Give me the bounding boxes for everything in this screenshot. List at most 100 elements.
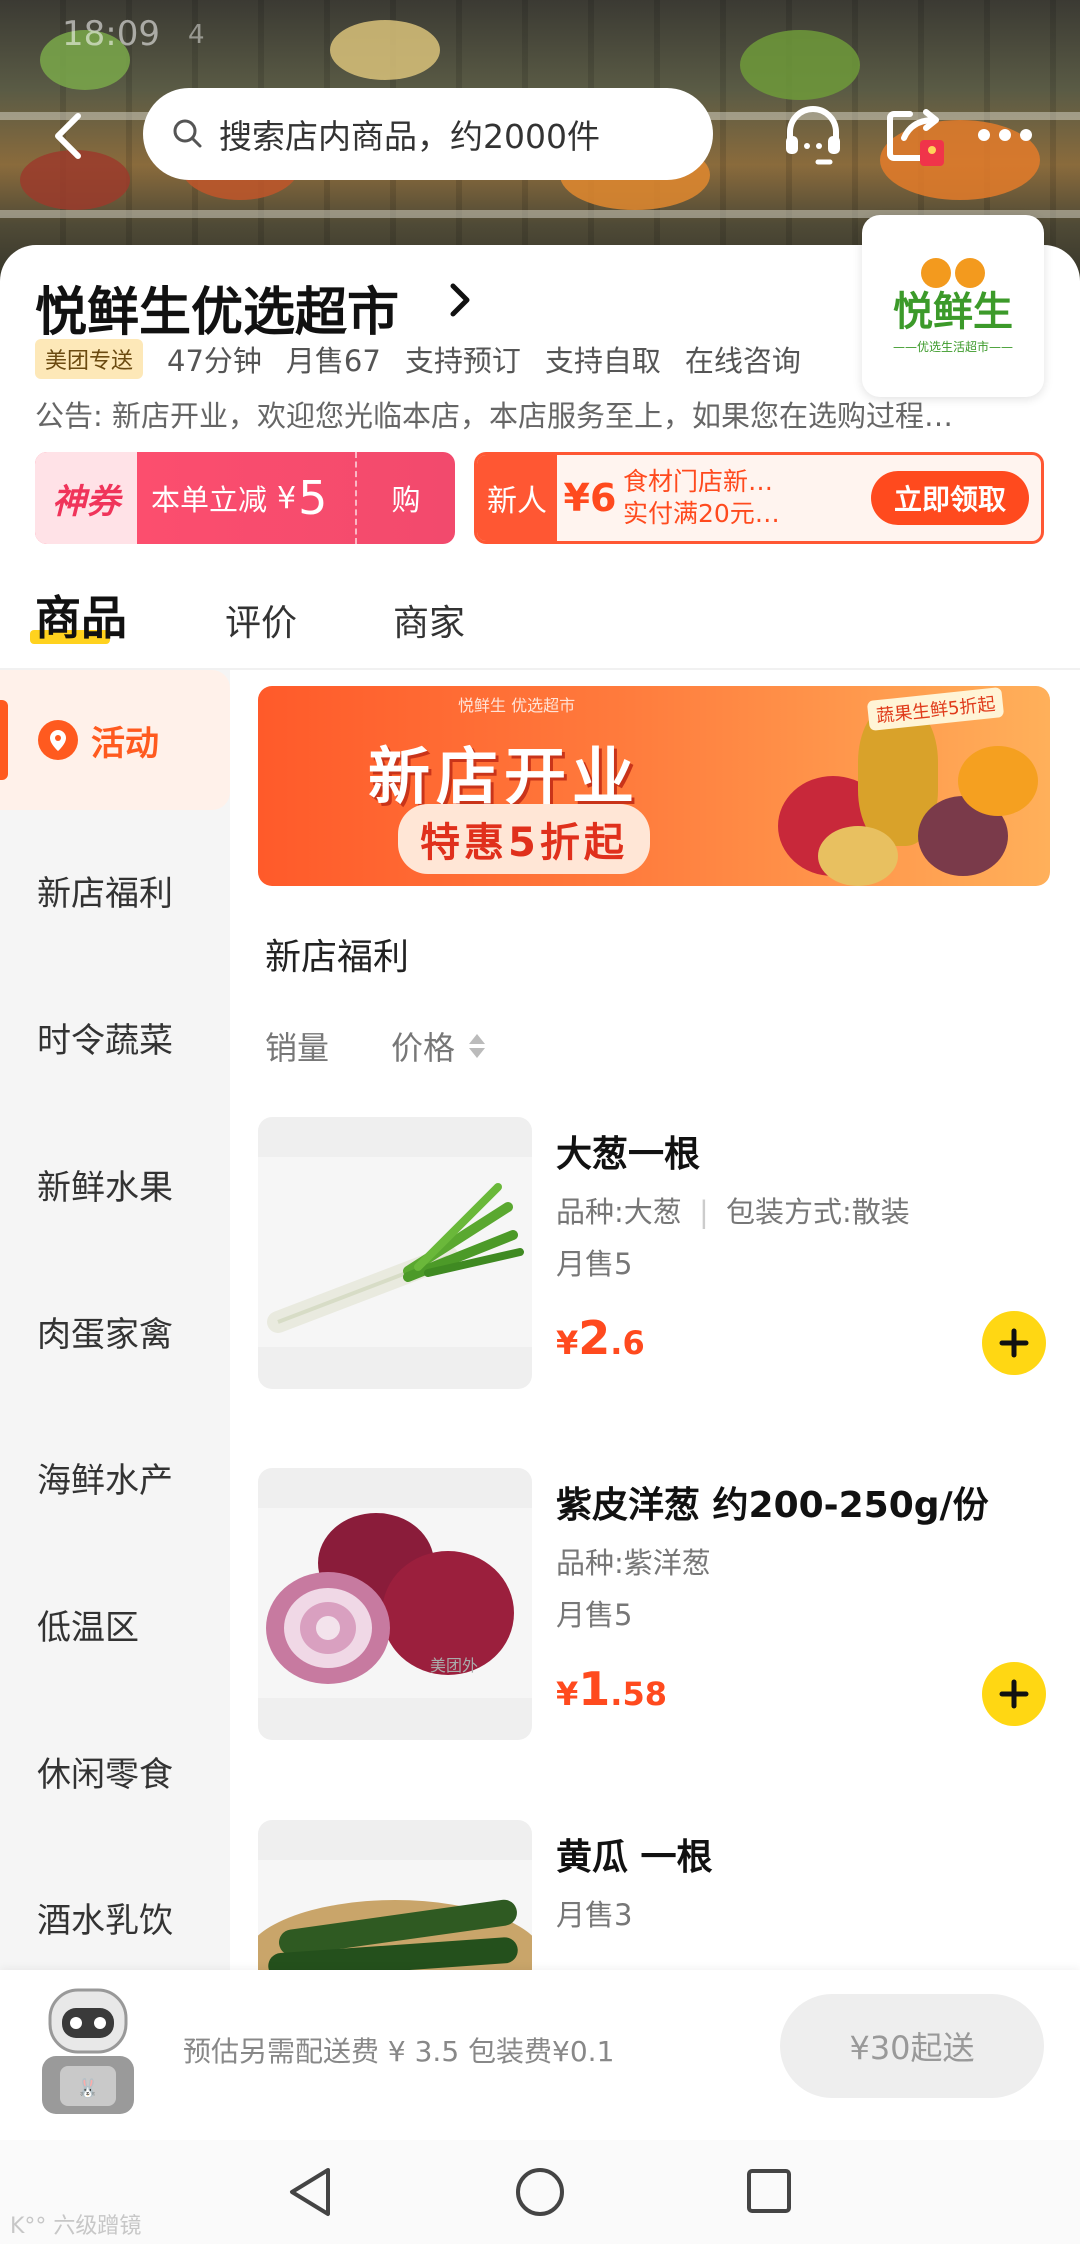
store-name[interactable]: 悦鲜生优选超市 [35, 270, 399, 345]
banner-tag: 蔬果生鲜5折起 [866, 687, 1005, 731]
svg-text:🐰: 🐰 [77, 2077, 99, 2099]
product-price: ¥2.6 [556, 1311, 645, 1365]
orange-icon [921, 257, 985, 288]
tab-products[interactable]: 商品 [35, 582, 127, 648]
plus-icon [999, 1328, 1029, 1358]
coupon-currency: ¥ [277, 480, 297, 516]
sidebar-item-label: 活动 [91, 723, 159, 764]
sidebar-item-activity[interactable]: 活动 [0, 670, 230, 810]
newuser-amount: ¥6 [563, 476, 617, 520]
product-sold: 月售5 [556, 1598, 633, 1632]
product-card[interactable]: 黄瓜 一根 月售3 [258, 1820, 1058, 1970]
banner-title: 新店开业 [368, 740, 641, 813]
logo-text: 悦鲜生 [893, 288, 1013, 335]
sidebar-item-snacks[interactable]: 休闲零食 [0, 1701, 230, 1841]
banner-brand: 悦鲜生 优选超市 [458, 696, 576, 715]
sort-price-label: 价格 [391, 1029, 456, 1067]
price-currency: ¥ [556, 1675, 579, 1713]
product-image[interactable] [258, 1820, 532, 1970]
product-spec: 品种:大葱 | 包装方式:散装 [556, 1195, 910, 1229]
sort-by-price[interactable]: 价格 [391, 1023, 486, 1069]
share-redpacket-icon [887, 109, 944, 166]
product-name[interactable]: 紫皮洋葱 约200-250g/份 [556, 1476, 989, 1528]
sidebar-item-label: 新鲜水果 [37, 1167, 173, 1208]
tag-preorder: 支持预订 [404, 344, 521, 378]
claim-coupon-button[interactable]: 立即领取 [871, 471, 1029, 525]
home-circle-icon[interactable] [514, 2166, 566, 2218]
delivery-time: 47分钟 [167, 344, 262, 378]
sort-row: 销量 价格 [265, 1023, 486, 1069]
sidebar-item-label: 肉蛋家禽 [37, 1314, 173, 1355]
status-time: 18:09 [62, 14, 160, 54]
sort-by-sales[interactable]: 销量 [265, 1023, 329, 1069]
price-integer: 2 [578, 1311, 611, 1365]
cucumber-image [258, 1860, 532, 1970]
sidebar-item-seasonal-veg[interactable]: 时令蔬菜 [0, 967, 230, 1107]
sidebar-item-label: 酒水乳饮 [37, 1900, 173, 1941]
sidebar-item-label: 海鲜水产 [37, 1460, 173, 1501]
section-title: 新店福利 [265, 937, 410, 978]
add-to-cart-button[interactable] [982, 1311, 1046, 1375]
category-sidebar: 活动 新店福利 时令蔬菜 新鲜水果 肉蛋家禽 海鲜水产 低温区 休闲零食 酒水乳… [0, 670, 230, 1970]
image-watermark: 美团外 [430, 1656, 479, 1675]
price-decimal: .58 [610, 1675, 667, 1713]
customer-service-button[interactable] [778, 100, 848, 170]
newuser-tag: 新人 [477, 455, 557, 541]
sidebar-item-fresh-fruit[interactable]: 新鲜水果 [0, 1114, 230, 1254]
watermark: K°° 六级蹭镜 [10, 2214, 142, 2239]
product-name[interactable]: 黄瓜 一根 [556, 1828, 713, 1880]
more-button[interactable] [970, 100, 1040, 170]
tab-reviews[interactable]: 评价 [225, 594, 297, 646]
price-integer: 1 [578, 1662, 611, 1716]
newuser-coupon[interactable]: 新人 ¥6 食材门店新… 实付满20元… 立即领取 [474, 452, 1044, 544]
banner-subtitle: 特惠5折起 [398, 804, 650, 874]
tag-consult[interactable]: 在线咨询 [685, 338, 801, 380]
shenquan-coupon[interactable]: 神券 本单立减 ¥ 5 购 [35, 452, 455, 544]
logo-subtitle: ——优选生活超市—— [892, 339, 1013, 354]
back-triangle-icon[interactable] [286, 2166, 334, 2218]
sidebar-item-chilled[interactable]: 低温区 [0, 1554, 230, 1694]
tab-merchant[interactable]: 商家 [393, 594, 465, 646]
product-card[interactable]: 美团外 紫皮洋葱 约200-250g/份 品种:紫洋葱 月售5 ¥1.58 [258, 1468, 1058, 1740]
promo-banner[interactable]: 悦鲜生 优选超市 新店开业 特惠5折起 蔬果生鲜5折起 [258, 686, 1050, 886]
newuser-line2: 实付满20元… [623, 499, 780, 528]
product-image[interactable] [258, 1117, 532, 1389]
search-icon [173, 119, 202, 148]
back-button[interactable] [44, 108, 100, 164]
active-category-bar [0, 700, 8, 780]
sidebar-item-meat-eggs[interactable]: 肉蛋家禽 [0, 1261, 230, 1401]
delivery-badge: 美团专送 [35, 339, 144, 379]
coupon-amount: 5 [298, 471, 328, 525]
product-name[interactable]: 大葱一根 [556, 1125, 700, 1177]
newuser-line1: 食材门店新… [623, 466, 774, 496]
tag-icon [38, 720, 78, 760]
sidebar-item-label: 休闲零食 [37, 1754, 173, 1795]
red-onion-image [258, 1508, 532, 1698]
search-bar[interactable]: 搜索店内商品，约2000件 [143, 88, 713, 180]
product-price: ¥1.58 [556, 1662, 667, 1716]
sidebar-item-label: 低温区 [37, 1607, 139, 1648]
min-order-button[interactable]: ¥30起送 [780, 1994, 1044, 2098]
back-arrow-icon [55, 113, 81, 159]
price-decimal: .6 [610, 1324, 645, 1362]
store-meta-row: 美团专送 47分钟 月售67 支持预订 支持自取 在线咨询 [35, 338, 801, 380]
assistant-robot-icon[interactable]: 🐰 [28, 1974, 148, 2124]
store-logo: 悦鲜生 ——优选生活超市—— [862, 215, 1044, 397]
chevron-right-icon[interactable] [445, 278, 475, 322]
sidebar-item-seafood[interactable]: 海鲜水产 [0, 1407, 230, 1547]
product-spec: 品种:紫洋葱 [556, 1540, 711, 1582]
system-navbar [0, 2140, 1080, 2244]
tag-pickup: 支持自取 [544, 344, 661, 378]
recents-square-icon[interactable] [746, 2168, 792, 2214]
product-variety: 品种:紫洋葱 [556, 1546, 711, 1580]
product-variety: 品种:大葱 [556, 1195, 682, 1229]
sidebar-item-drinks[interactable]: 酒水乳饮 [0, 1847, 230, 1987]
share-button[interactable] [880, 100, 950, 170]
sidebar-item-label: 时令蔬菜 [37, 1020, 173, 1061]
sidebar-item-new-store-perks[interactable]: 新店福利 [0, 820, 230, 960]
store-notice[interactable]: 公告: 新店开业，欢迎您光临本店，本店服务至上，如果您在选购过程… [35, 393, 1035, 435]
add-to-cart-button[interactable] [982, 1662, 1046, 1726]
product-card[interactable]: 大葱一根 品种:大葱 | 包装方式:散装 月售5 ¥2.6 [258, 1117, 1058, 1389]
product-image[interactable]: 美团外 [258, 1468, 532, 1740]
coupon-buy-button[interactable]: 购 [355, 452, 455, 544]
